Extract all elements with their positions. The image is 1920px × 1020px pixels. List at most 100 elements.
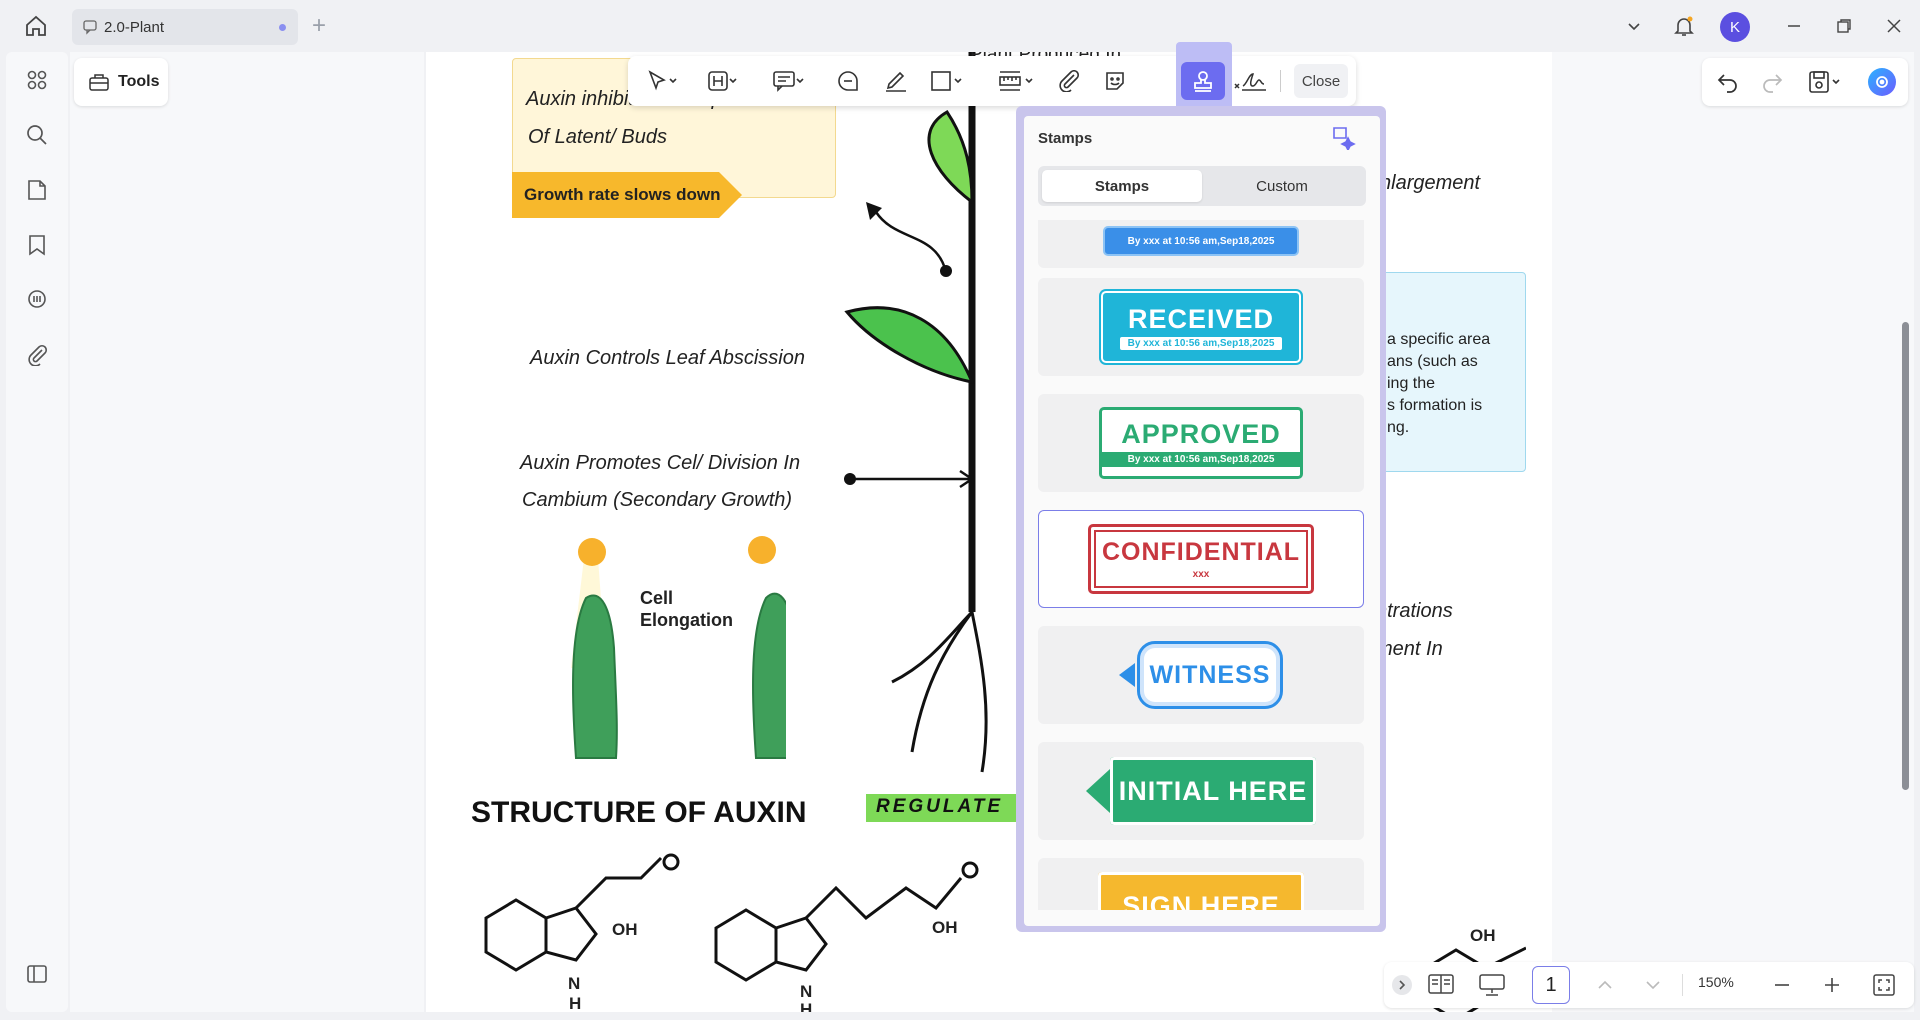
concentrations-text: ntrations	[1376, 600, 1453, 622]
left-pane	[70, 52, 424, 1012]
expand-icon[interactable]	[1392, 975, 1412, 995]
textbox-tool-icon[interactable]	[834, 67, 862, 95]
scrollbar-thumb[interactable]	[1902, 322, 1909, 790]
title-bar: 2.0-Plant + K	[0, 0, 1920, 52]
undo-icon[interactable]	[1716, 70, 1740, 99]
stamp-badge: INITIAL HERE	[1110, 757, 1316, 825]
search-icon[interactable]	[21, 119, 53, 151]
stamp-tool-icon[interactable]	[1181, 62, 1225, 100]
initial-arrow-icon	[1086, 769, 1110, 813]
bookmark-icon[interactable]	[21, 229, 53, 261]
ai-assistant-icon[interactable]	[1868, 68, 1896, 96]
stamp-item-received[interactable]: RECEIVED By xxx at 10:56 am,Sep18,2025	[1038, 278, 1364, 376]
sidebar-toggle-icon[interactable]	[21, 958, 53, 990]
page-layout-icon[interactable]	[1428, 973, 1454, 1000]
info-box: a specific area ans (such as ing the s f…	[1376, 272, 1526, 472]
stamp-main: WITNESS	[1149, 660, 1271, 689]
attach-tool-icon[interactable]	[1056, 67, 1084, 95]
oh-label-3: OH	[1470, 926, 1496, 945]
stamp-badge: By xxx at 10:56 am,Sep18,2025	[1103, 226, 1299, 256]
toolbar-divider	[1280, 70, 1281, 92]
regulate-tag: REGULATE	[866, 794, 1026, 822]
ai-stamp-icon[interactable]	[1330, 124, 1358, 152]
stamp-item-initial-here[interactable]: INITIAL HERE	[1038, 742, 1364, 840]
close-window-icon[interactable]	[1880, 12, 1908, 40]
stamp-main: APPROVED	[1121, 419, 1281, 449]
unsaved-dot	[279, 24, 286, 31]
info-line-1: a specific area	[1387, 331, 1491, 348]
stamp-item-approved[interactable]: APPROVED By xxx at 10:56 am,Sep18,2025	[1038, 394, 1364, 492]
document-tab[interactable]: 2.0-Plant	[72, 9, 298, 45]
prev-page-icon[interactable]	[1596, 976, 1614, 999]
apps-grid-icon[interactable]	[21, 64, 53, 96]
page-icon[interactable]	[21, 174, 53, 206]
close-toolbar-button[interactable]: Close	[1294, 64, 1348, 98]
shoot-illustration	[571, 536, 786, 759]
enlargement-text: nlargement	[1380, 172, 1481, 194]
cell-division-line-1: Auxin Promotes Cel/ Division In	[520, 452, 801, 474]
page-number-input[interactable]: 1	[1532, 966, 1570, 1004]
note-line-2: Of Latent/ Buds	[528, 126, 667, 148]
save-icon[interactable]	[1808, 70, 1842, 99]
elongation-label: Elongation	[640, 610, 733, 630]
comment-tool-icon[interactable]	[768, 67, 808, 95]
restore-icon[interactable]	[1830, 12, 1858, 40]
info-line-4: s formation is	[1387, 397, 1483, 414]
leaf-abscission-text: Auxin Controls Leaf Abscission	[530, 347, 805, 369]
new-tab-button[interactable]: +	[312, 12, 326, 40]
zoom-level[interactable]: 150%	[1698, 974, 1734, 990]
stamps-panel-title: Stamps	[1038, 130, 1093, 147]
stamp-item-sign-here[interactable]: SIGN HERE	[1038, 858, 1364, 910]
stamp-main: CONFIDENTIAL	[1101, 538, 1301, 566]
bell-icon[interactable]	[1670, 12, 1698, 40]
attachment-icon[interactable]	[21, 339, 53, 371]
oh-label-1: OH	[612, 920, 638, 939]
present-icon[interactable]	[1478, 973, 1506, 1002]
avatar[interactable]: K	[1720, 12, 1750, 42]
comments-icon[interactable]	[21, 284, 53, 316]
measure-tool-icon[interactable]	[994, 67, 1038, 95]
zoom-out-icon[interactable]	[1772, 975, 1792, 1000]
home-icon[interactable]	[16, 10, 56, 42]
stamps-list: By xxx at 10:56 am,Sep18,2025 RECEIVED B…	[1038, 220, 1366, 910]
stamp-badge: RECEIVED By xxx at 10:56 am,Sep18,2025	[1101, 291, 1301, 363]
tab-title: 2.0-Plant	[104, 18, 165, 36]
sticker-tool-icon[interactable]	[1102, 67, 1130, 95]
zoom-in-icon[interactable]	[1822, 975, 1842, 1000]
stamps-tabs: Stamps Custom	[1038, 166, 1366, 206]
bottom-bar: 1 150%	[1384, 962, 1914, 1008]
tab-custom[interactable]: Custom	[1202, 170, 1362, 202]
info-line-3: ing the	[1387, 375, 1436, 392]
tab-stamps[interactable]: Stamps	[1042, 170, 1202, 202]
oh-label-2: OH	[932, 918, 958, 937]
witness-arrow-icon	[1119, 663, 1135, 687]
toolbox-icon	[89, 74, 109, 91]
select-tool-icon[interactable]	[642, 67, 682, 95]
cell-label: Cell	[640, 588, 674, 608]
minimize-icon[interactable]	[1780, 12, 1808, 40]
stamp-item-blue[interactable]: By xxx at 10:56 am,Sep18,2025	[1038, 220, 1364, 268]
shape-tool-icon[interactable]	[926, 67, 966, 95]
tools-button[interactable]: Tools	[74, 58, 168, 106]
right-pane	[1552, 52, 1914, 1012]
banner-text: Growth rate slows down	[524, 185, 721, 204]
stamp-badge: SIGN HERE	[1098, 872, 1304, 910]
fit-page-icon[interactable]	[1872, 973, 1896, 1002]
stamp-item-confidential[interactable]: CONFIDENTIAL xxx	[1038, 510, 1364, 608]
stamp-badge: WITNESS	[1137, 641, 1283, 709]
comment-icon	[83, 20, 97, 35]
info-line-2: ans (such as	[1387, 353, 1478, 370]
stamp-sub: By xxx at 10:56 am,Sep18,2025	[1119, 337, 1283, 350]
stamp-badge: CONFIDENTIAL xxx	[1088, 524, 1314, 594]
h-label-1: H	[569, 994, 582, 1012]
tools-label: Tools	[118, 73, 160, 90]
pen-tool-icon[interactable]	[882, 67, 910, 95]
next-page-icon[interactable]	[1644, 976, 1662, 999]
chevron-down-icon[interactable]	[1620, 12, 1648, 40]
redo-icon[interactable]	[1760, 70, 1784, 99]
highlight-tool-icon[interactable]	[702, 67, 742, 95]
ment-in-text: ment In	[1376, 638, 1443, 660]
stamp-sub: By xxx at 10:56 am,Sep18,2025	[1102, 452, 1300, 467]
signature-tool-icon[interactable]	[1232, 67, 1268, 95]
stamp-item-witness[interactable]: WITNESS	[1038, 626, 1364, 724]
